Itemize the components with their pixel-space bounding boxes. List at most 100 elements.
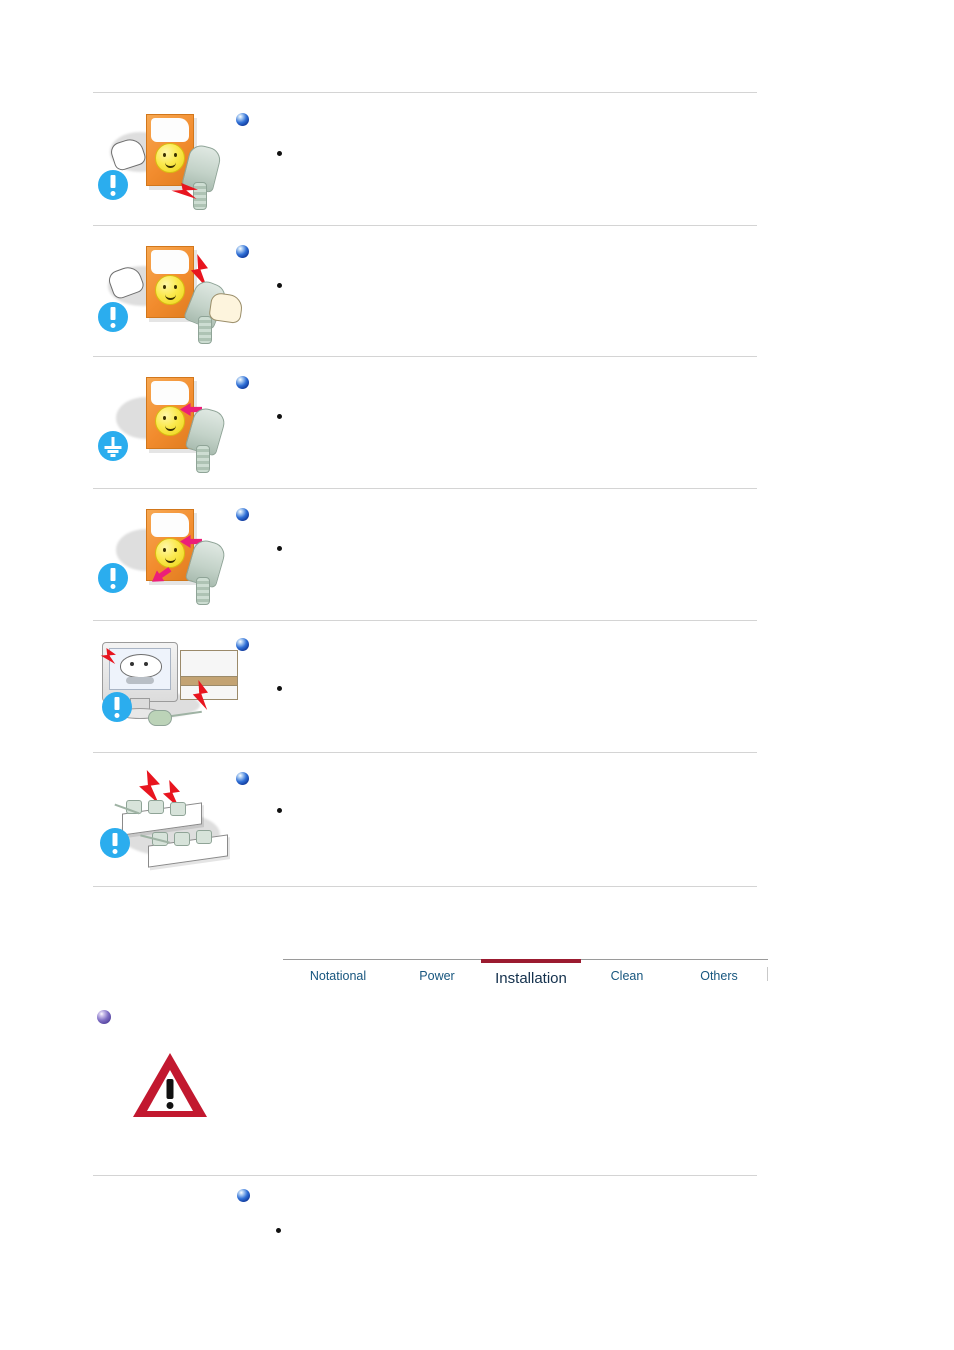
desk-edge-icon [180,676,238,686]
illustration-monitor-cord-pull [96,634,246,734]
tab-installation[interactable]: Installation [481,959,581,992]
exclamation-dot [110,584,116,589]
strip-plug-c [170,802,186,816]
monitor-eye-left [130,662,134,666]
face-eye-right [174,548,177,552]
outlet-face-icon [155,538,185,568]
outlet-plate-top [151,381,189,405]
illustration-grounding-pin [98,373,238,473]
exclamation-dot [110,323,116,328]
monitor-screen [109,648,171,690]
exclamation-bar [110,175,116,188]
strip-plug-e [174,832,190,846]
illustration-overloaded-power-strips [96,766,246,868]
monitor-eye-right [144,662,148,666]
power-cord-icon [196,577,210,605]
exclamation-badge-icon [102,692,132,722]
illustration-wet-hands-plug [98,242,244,344]
face-eye-left [163,416,166,420]
wet-hand-icon [208,291,244,325]
tab-power[interactable]: Power [395,959,479,992]
exclamation-dot [112,849,118,854]
item-bullet-sphere [236,245,249,258]
item-subbullet [277,151,282,156]
separator-7 [93,1175,757,1176]
face-mouth [165,293,176,300]
exclamation-bar [110,568,116,581]
separator-5 [93,752,757,753]
warning-triangle-icon [133,1053,207,1117]
face-eye-right [174,416,177,420]
item-bullet-sphere [236,508,249,521]
face-eye-right [174,153,177,157]
item-bullet-sphere [236,376,249,389]
triangle-exclamation-dot [166,1102,174,1109]
exclamation-badge-icon [98,563,128,593]
separator-3 [93,488,757,489]
separator-4 [93,620,757,621]
item-subbullet [277,414,282,419]
separator-1 [93,225,757,226]
outlet-plate-top [151,118,189,142]
item-subbullet [277,686,282,691]
face-mouth [165,161,176,168]
item-bullet-sphere [236,772,249,785]
tab-label: Clean [610,969,644,983]
item-bullet-sphere [236,113,249,126]
outlet-face-icon [155,143,185,173]
outlet-face-icon [155,406,185,436]
tab-label: Others [700,969,738,983]
ground-bar-1 [104,446,122,449]
pulled-plug-icon [148,710,172,726]
outlet-plate-top [151,513,189,537]
ground-bar-2 [107,450,119,453]
face-eye-right [174,285,177,289]
ground-badge-icon [98,431,128,461]
item-subbullet [276,1228,281,1233]
exclamation-bar [114,697,120,710]
spark-icon-left [139,770,160,804]
separator-top [93,92,757,93]
power-cord-icon [196,445,210,473]
face-eye-left [163,285,166,289]
face-mouth [165,424,176,431]
outlet-face-icon [155,275,185,305]
ground-stem [111,437,115,446]
monitor-face-icon [120,654,162,678]
face-eye-left [163,548,166,552]
strip-plug-b [148,800,164,814]
tab-label: Notational [309,969,367,983]
warning-bullet-sphere [97,1010,111,1024]
desk-icon [180,650,238,700]
item-subbullet [277,546,282,551]
exclamation-bar [110,307,116,320]
exclamation-badge-icon [98,170,128,200]
tab-divider-right [767,967,768,981]
face-mouth [165,556,176,563]
exclamation-dot [110,191,116,196]
exclamation-bar [112,833,118,846]
item-bullet-sphere [237,1189,250,1202]
monitor-mouth [126,677,154,684]
tab-others[interactable]: Others [677,959,761,992]
ground-bar-3 [110,454,116,457]
illustration-push-plug-in [98,505,238,605]
tab-clean[interactable]: Clean [585,959,669,992]
tab-label: Power [419,969,455,983]
item-subbullet [277,808,282,813]
separator-6 [93,886,757,887]
tab-notational[interactable]: Notational [283,959,393,992]
tab-label: Installation [495,970,567,987]
item-bullet-sphere [236,638,249,651]
power-cord-icon [193,182,207,210]
strip-plug-f [196,830,212,844]
triangle-exclamation-bar [166,1079,174,1099]
exclamation-dot [114,713,120,718]
power-cord-icon [198,316,212,344]
section-tabs[interactable]: Notational Power Installation Clean Othe… [283,959,768,993]
outlet-plate-top [151,250,189,274]
face-eye-left [163,153,166,157]
exclamation-badge-icon [98,302,128,332]
exclamation-badge-icon [100,828,130,858]
illustration-wall-outlet-damaged-plug [98,110,238,210]
